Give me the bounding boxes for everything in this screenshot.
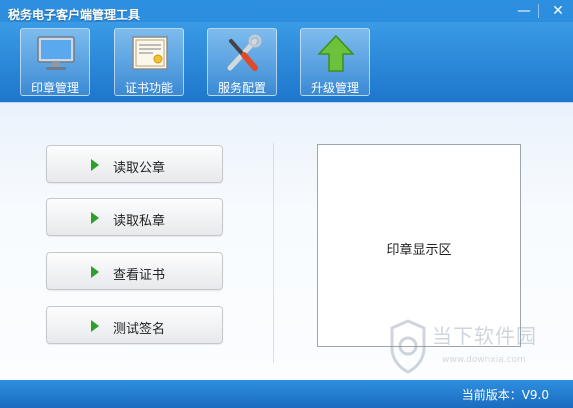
version-info: 当前版本：V9.0 — [462, 386, 549, 403]
view-certificate-button[interactable]: 查看证书 — [46, 252, 223, 290]
play-arrow-icon — [91, 212, 99, 224]
button-label: 读取公章 — [113, 161, 166, 176]
play-arrow-icon — [91, 159, 99, 171]
watermark-shield-icon — [390, 319, 426, 374]
toolbar-label: 升级管理 — [310, 81, 359, 95]
toolbar-label: 印章管理 — [30, 81, 79, 95]
read-private-seal-button[interactable]: 读取私章 — [46, 198, 223, 236]
app-window: 税务电子客户端管理工具 — ✕ 印章管理 证书功能 服务配置 升级管理 读取公章… — [0, 0, 573, 408]
toolbar-seal-management[interactable]: 印章管理 — [20, 28, 90, 96]
button-label: 查看证书 — [113, 268, 166, 283]
toolbar-certificate-functions[interactable]: 证书功能 — [114, 28, 184, 96]
minimize-button[interactable]: — — [510, 0, 538, 22]
seal-display-area: 印章显示区 — [317, 144, 521, 347]
play-arrow-icon — [91, 320, 99, 332]
toolbar-service-config[interactable]: 服务配置 — [207, 28, 277, 96]
title-button-divider — [538, 4, 539, 18]
certificate-icon — [132, 36, 168, 70]
toolbar-label: 证书功能 — [124, 81, 173, 95]
test-signature-button[interactable]: 测试签名 — [46, 306, 223, 344]
version-label: 当前版本： — [461, 388, 522, 402]
status-bar: 当前版本：V9.0 — [0, 380, 573, 408]
upgrade-arrow-icon — [317, 34, 355, 72]
close-button[interactable]: ✕ — [544, 0, 572, 22]
button-label: 读取私章 — [113, 214, 166, 229]
tools-icon — [227, 34, 262, 71]
toolbar: 印章管理 证书功能 服务配置 升级管理 — [0, 22, 573, 102]
play-arrow-icon — [91, 266, 99, 278]
watermark-name: 当下软件园 — [432, 324, 537, 348]
seal-display-label: 印章显示区 — [386, 243, 452, 258]
version-value: V9.0 — [521, 388, 549, 402]
toolbar-label: 服务配置 — [217, 81, 266, 95]
panel-divider — [273, 143, 274, 363]
button-label: 测试签名 — [113, 322, 166, 337]
toolbar-upgrade-management[interactable]: 升级管理 — [300, 28, 370, 96]
monitor-icon — [37, 36, 75, 70]
watermark-logo: 当下软件园 www.downxia.com — [386, 318, 566, 376]
watermark-url: www.downxia.com — [442, 355, 526, 365]
read-public-seal-button[interactable]: 读取公章 — [46, 145, 223, 183]
window-title: 税务电子客户端管理工具 — [8, 8, 141, 22]
